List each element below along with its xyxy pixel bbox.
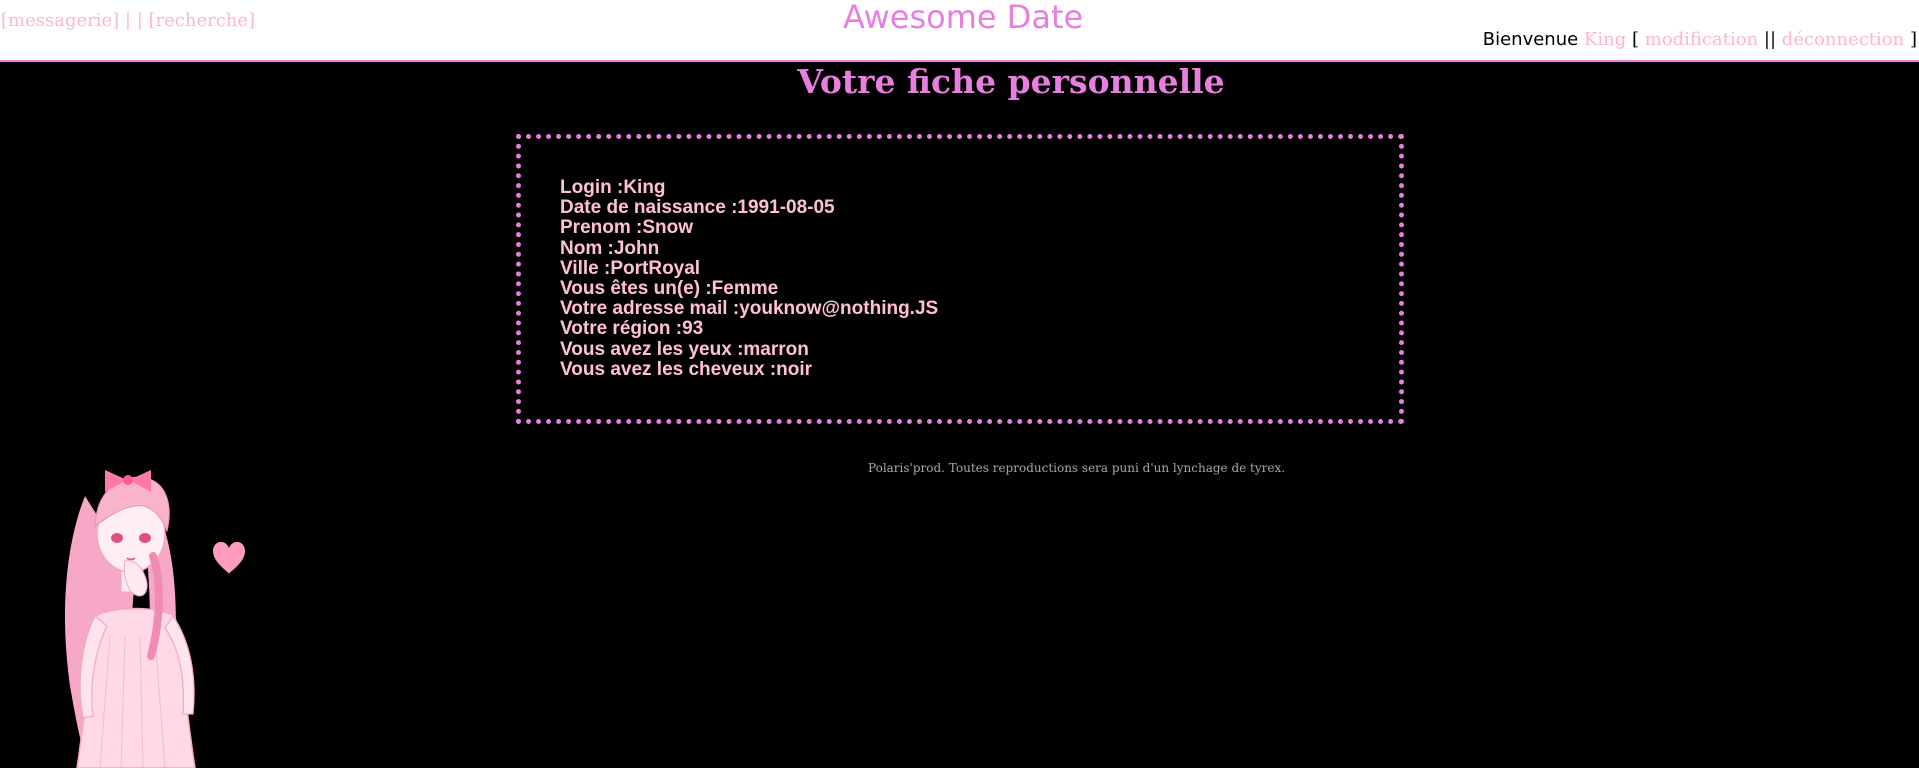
profile-field-login: Login :King: [560, 177, 938, 198]
profile-field-eyes: Vous avez les yeux :marron: [560, 338, 938, 360]
field-value: 93: [682, 318, 704, 340]
profile-field-hair: Vous avez les cheveux :noir: [560, 358, 938, 380]
field-label: Ville :: [560, 257, 611, 279]
field-value: Femme: [711, 278, 779, 300]
field-value: 1991-08-05: [737, 197, 835, 219]
field-label: Vous avez les yeux :: [560, 338, 744, 360]
field-label: Vous avez les cheveux :: [560, 358, 777, 380]
field-value: youknow@nothing.JS: [739, 298, 939, 320]
field-value: King: [623, 177, 666, 198]
field-label: Votre adresse mail :: [560, 298, 740, 320]
field-value: noir: [776, 358, 813, 380]
field-label: Prenom :: [560, 217, 643, 239]
site-title: Awesome Date: [843, 0, 1084, 36]
field-label: Date de naissance :: [560, 197, 738, 219]
profile-field-birthdate: Date de naissance :1991-08-05: [560, 198, 938, 218]
profile-field-gender: Vous êtes un(e) :Femme: [560, 278, 938, 300]
close-bracket: ]: [1909, 29, 1917, 50]
profile-field-lastname: Nom :John: [560, 237, 938, 259]
footer-note: Polaris'prod. Toutes reproductions sera …: [868, 461, 1286, 475]
profile-field-city: Ville :PortRoyal: [560, 257, 938, 279]
field-label: Login :: [560, 177, 624, 198]
deconnection-link[interactable]: déconnection: [1782, 29, 1904, 50]
profile-fields: Login :King Date de naissance :1991-08-0…: [560, 177, 938, 380]
eye-left: [111, 533, 123, 543]
modification-link[interactable]: modification: [1645, 29, 1758, 50]
profile-field-region: Votre région :93: [560, 319, 938, 339]
page-heading: Votre fiche personnelle: [797, 62, 1225, 101]
heart-icon: [213, 541, 245, 574]
profile-field-email: Votre adresse mail :youknow@nothing.JS: [560, 299, 938, 319]
profile-field-firstname: Prenom :Snow: [560, 218, 938, 238]
field-value: John: [613, 237, 660, 259]
field-value: Snow: [642, 217, 694, 239]
field-value: PortRoyal: [610, 257, 701, 279]
nav-right: Bienvenue King [ modification || déconne…: [1483, 29, 1917, 50]
username-link[interactable]: King: [1584, 29, 1626, 50]
welcome-text: Bienvenue: [1482, 29, 1579, 50]
recherche-link[interactable]: [recherche]: [149, 10, 256, 31]
link-separator: ||: [1763, 29, 1777, 50]
field-label: Nom :: [560, 237, 614, 259]
bow-center: [123, 475, 133, 485]
anime-girl-illustration: [65, 470, 245, 768]
open-bracket: [: [1631, 29, 1640, 50]
messagerie-link[interactable]: [messagerie]: [1, 10, 119, 31]
eye-right: [139, 533, 151, 543]
nav-separator: | |: [124, 10, 143, 31]
top-header: [messagerie] | | [recherche] Awesome Dat…: [0, 0, 1919, 62]
nav-left: [messagerie] | | [recherche]: [1, 10, 255, 31]
field-label: Votre région :: [560, 318, 683, 340]
field-value: marron: [743, 338, 809, 360]
field-label: Vous êtes un(e) :: [560, 278, 712, 300]
